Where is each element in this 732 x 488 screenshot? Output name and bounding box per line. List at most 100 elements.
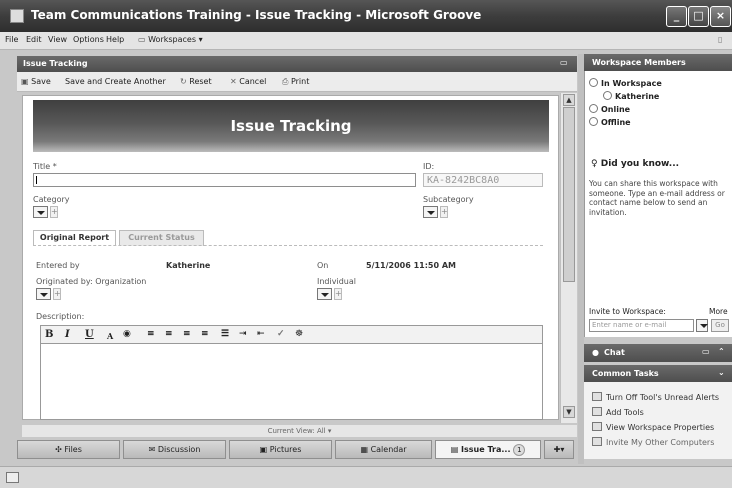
scroll-down-button[interactable]: ▼ bbox=[563, 406, 575, 418]
individual-label: Individual bbox=[317, 277, 356, 286]
collapse-icon[interactable]: ⌃ bbox=[718, 347, 725, 356]
menu-options[interactable]: Options bbox=[73, 35, 104, 44]
task-invite-computers[interactable]: Invite My Other Computers bbox=[592, 437, 714, 447]
tasks-panel: Turn Off Tool's Unread Alerts Add Tools … bbox=[584, 382, 732, 459]
individual-dropdown[interactable] bbox=[317, 288, 332, 300]
align-right-icon[interactable]: ≡ bbox=[183, 329, 191, 339]
issue-tracking-icon: ▤ bbox=[450, 445, 459, 454]
collapse-icon[interactable]: ⌄ bbox=[718, 368, 725, 377]
current-view-bar[interactable]: Current View: All ▾ bbox=[22, 425, 577, 437]
category-add-button[interactable]: + bbox=[50, 206, 58, 218]
tab-discussion[interactable]: ✉ Discussion bbox=[123, 440, 226, 459]
menu-extra-icon[interactable]: ▯ bbox=[718, 35, 722, 44]
computers-icon bbox=[592, 437, 602, 446]
title-bar[interactable]: Team Communications Training - Issue Tra… bbox=[0, 0, 732, 32]
current-view-label: Current View: All bbox=[267, 427, 326, 435]
form-scrollbar[interactable]: ▲ ▼ bbox=[560, 93, 577, 423]
subcategory-add-button[interactable]: + bbox=[440, 206, 448, 218]
menu-help[interactable]: Help bbox=[106, 35, 124, 44]
description-editor[interactable] bbox=[40, 344, 543, 420]
members-title: Workspace Members bbox=[592, 58, 686, 67]
member-name: Katherine bbox=[615, 92, 660, 101]
invite-placeholder: Enter name or e-mail bbox=[592, 321, 667, 329]
discussion-label: Discussion bbox=[157, 445, 201, 454]
tab-files[interactable]: ✣ Files bbox=[17, 440, 120, 459]
task-turn-off-alerts[interactable]: Turn Off Tool's Unread Alerts bbox=[592, 392, 719, 402]
in-workspace-label: In Workspace bbox=[601, 79, 662, 88]
scroll-up-button[interactable]: ▲ bbox=[563, 94, 575, 106]
issue-tracking-label: Issue Tra... bbox=[461, 445, 511, 454]
offline-group[interactable]: Offline bbox=[589, 117, 631, 127]
workspaces-menu[interactable]: ▭ Workspaces ▾ bbox=[138, 35, 248, 44]
category-label: Category bbox=[33, 195, 70, 204]
font-color-icon[interactable]: ◉ bbox=[123, 329, 131, 339]
title-input[interactable] bbox=[33, 173, 416, 187]
spellcheck-icon[interactable]: ✓ bbox=[277, 329, 285, 339]
chat-header[interactable]: ● Chat ▭ ⌃ bbox=[584, 344, 732, 362]
tab-original-report[interactable]: Original Report bbox=[33, 230, 116, 246]
tab-current-status[interactable]: Current Status bbox=[119, 230, 204, 246]
save-create-another-button[interactable]: Save and Create Another bbox=[65, 77, 166, 86]
title-label: Title * bbox=[33, 162, 57, 171]
reset-button[interactable]: ↻ Reset bbox=[180, 77, 212, 86]
members-header: Workspace Members bbox=[584, 54, 732, 71]
groove-window: Team Communications Training - Issue Tra… bbox=[0, 0, 732, 488]
maximize-button[interactable]: □ bbox=[688, 6, 709, 27]
app-icon bbox=[10, 9, 24, 23]
align-center-icon[interactable]: ≡ bbox=[165, 329, 173, 339]
user-status-icon bbox=[603, 91, 612, 100]
popout-icon[interactable]: ▭ bbox=[702, 347, 710, 356]
scroll-thumb[interactable] bbox=[563, 107, 575, 282]
print-button[interactable]: ⎙ Print bbox=[282, 77, 309, 87]
insert-link-icon[interactable]: ☸ bbox=[295, 329, 303, 339]
outdent-icon[interactable]: ⇤ bbox=[257, 329, 265, 339]
underline-button[interactable]: U bbox=[85, 329, 94, 340]
more-link[interactable]: More bbox=[709, 307, 728, 316]
task-view-properties[interactable]: View Workspace Properties bbox=[592, 422, 714, 432]
add-tool-icon: ✚▾ bbox=[553, 445, 565, 454]
task-label: Add Tools bbox=[606, 408, 644, 417]
menu-edit[interactable]: Edit bbox=[26, 35, 42, 44]
cancel-icon: ✕ bbox=[230, 77, 237, 86]
properties-icon bbox=[592, 422, 602, 431]
cancel-button[interactable]: ✕ Cancel bbox=[230, 77, 266, 86]
justify-icon[interactable]: ≡ bbox=[201, 329, 209, 339]
on-value: 5/11/2006 11:50 AM bbox=[366, 261, 456, 270]
bold-button[interactable]: B bbox=[45, 329, 53, 340]
tab-issue-tracking[interactable]: ▤ Issue Tra... 1 bbox=[435, 440, 541, 459]
category-dropdown[interactable] bbox=[33, 206, 48, 218]
tab-calendar[interactable]: ▦ Calendar bbox=[335, 440, 432, 459]
organization-add-button[interactable]: + bbox=[53, 288, 61, 300]
font-size-button[interactable]: A bbox=[107, 331, 113, 341]
bullets-icon[interactable]: ☰ bbox=[221, 329, 229, 339]
invite-dropdown[interactable] bbox=[696, 319, 708, 332]
close-button[interactable]: × bbox=[710, 6, 731, 27]
subcategory-dropdown[interactable] bbox=[423, 206, 438, 218]
member-katherine[interactable]: Katherine bbox=[603, 91, 659, 101]
status-icon[interactable] bbox=[6, 472, 19, 483]
individual-add-button[interactable]: + bbox=[334, 288, 342, 300]
cancel-label: Cancel bbox=[239, 77, 267, 86]
task-label: Invite My Other Computers bbox=[606, 438, 715, 447]
indent-icon[interactable]: ⇥ bbox=[239, 329, 247, 339]
save-button[interactable]: ▣ Save bbox=[21, 77, 51, 86]
status-bar bbox=[0, 466, 732, 488]
popout-icon[interactable]: ▭ bbox=[560, 58, 568, 67]
in-workspace-group[interactable]: In Workspace bbox=[589, 78, 662, 88]
did-you-know-heading: ♀ Did you know... bbox=[591, 159, 679, 169]
menu-view[interactable]: View bbox=[48, 35, 67, 44]
align-left-icon[interactable]: ≡ bbox=[147, 329, 155, 339]
task-add-tools[interactable]: Add Tools bbox=[592, 407, 644, 417]
organization-dropdown[interactable] bbox=[36, 288, 51, 300]
menu-file[interactable]: File bbox=[5, 35, 18, 44]
online-group[interactable]: Online bbox=[589, 104, 630, 114]
tab-pictures[interactable]: ▣ Pictures bbox=[229, 440, 332, 459]
go-button[interactable]: Go bbox=[711, 319, 729, 332]
invite-input[interactable]: Enter name or e-mail bbox=[589, 319, 694, 332]
form-banner: Issue Tracking bbox=[33, 100, 549, 152]
italic-button[interactable]: I bbox=[65, 329, 70, 340]
add-tool-button[interactable]: ✚▾ bbox=[544, 440, 574, 459]
tasks-header[interactable]: Common Tasks ⌄ bbox=[584, 365, 732, 382]
minimize-button[interactable]: _ bbox=[666, 6, 687, 27]
print-label: Print bbox=[290, 77, 310, 86]
